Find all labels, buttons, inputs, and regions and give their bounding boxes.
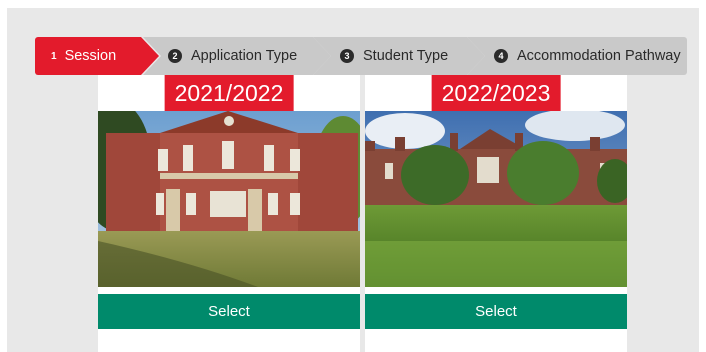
session-year-label: 2022/2023 [431, 75, 561, 111]
progress-stepper: 1 Session 2 Application Type 3 Student T… [35, 37, 687, 75]
select-2021-2022-button[interactable]: Select [98, 294, 360, 329]
select-2022-2023-button[interactable]: Select [365, 294, 627, 329]
session-year-label: 2021/2022 [164, 75, 294, 111]
step-label: Student Type [363, 48, 449, 64]
step-number: 3 [340, 49, 354, 63]
step-number: 4 [494, 49, 508, 63]
step-label: Session [64, 48, 117, 64]
session-card-2021-2022: 2021/2022 Select [98, 75, 360, 352]
step-accommodation-pathway[interactable]: 4 Accommodation Pathway [467, 37, 687, 75]
step-label: Accommodation Pathway [517, 48, 681, 64]
step-session[interactable]: 1 Session [35, 37, 159, 75]
step-application-type[interactable]: 2 Application Type [143, 37, 331, 75]
step-number: 1 [51, 50, 57, 62]
step-number: 2 [168, 49, 182, 63]
red-brick-hall-photo [98, 111, 360, 287]
step-label: Application Type [191, 48, 298, 64]
campus-lawn-photo [365, 111, 627, 287]
step-student-type[interactable]: 3 Student Type [313, 37, 485, 75]
session-card-2022-2023: 2022/2023 Select [365, 75, 627, 352]
